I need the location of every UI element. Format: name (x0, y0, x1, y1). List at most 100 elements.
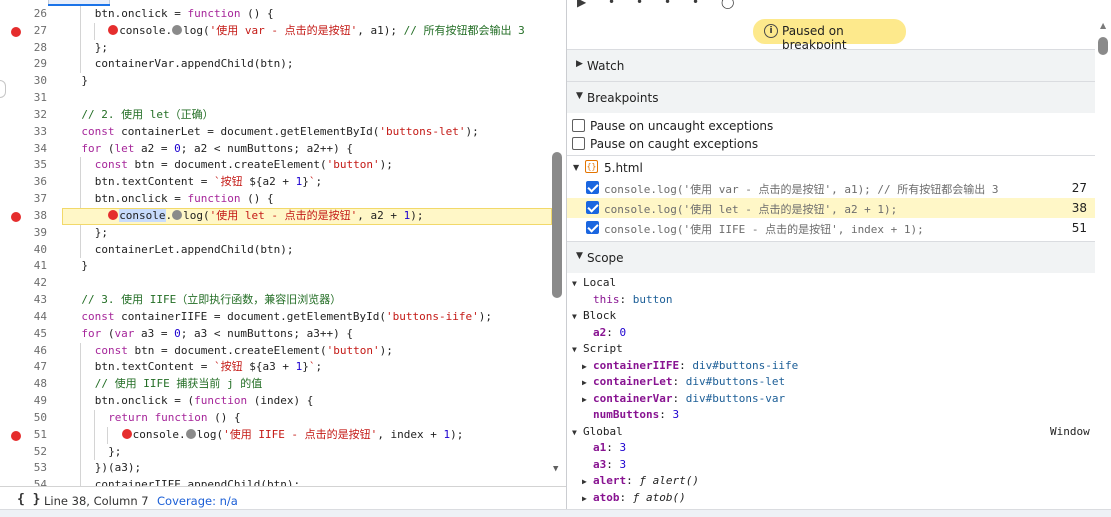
line-number[interactable]: 49 (22, 393, 47, 410)
pause-caught-checkbox[interactable] (572, 137, 585, 150)
breakpoints-section-header[interactable]: ▼ Breakpoints (567, 81, 1095, 113)
pretty-print-icon[interactable]: { } (17, 492, 40, 507)
line-number[interactable]: 40 (22, 242, 47, 259)
line-number[interactable]: 35 (22, 157, 47, 174)
code-line[interactable]: 29 containerVar.appendChild(btn); (0, 56, 552, 74)
pause-uncaught-checkbox[interactable] (572, 119, 585, 132)
code-line[interactable]: 52}; (0, 443, 552, 461)
breakpoint-item[interactable]: console.log('使用 var - 点击的是按钮', a1); // 所… (567, 178, 1095, 198)
line-number[interactable]: 50 (22, 410, 47, 427)
line-number[interactable]: 43 (22, 292, 47, 309)
code-line[interactable]: 48 // 使用 IIFE 捕获当前 j 的值 (0, 376, 552, 394)
inline-breakpoint-icon[interactable] (108, 209, 119, 220)
editor-scrollbar-thumb[interactable] (552, 152, 562, 298)
expand-triangle-icon[interactable]: ▼ (572, 276, 583, 293)
expand-triangle-icon[interactable]: ▼ (572, 425, 583, 442)
breakpoint-file-name[interactable]: 5.html (604, 161, 643, 175)
expand-triangle-icon[interactable]: ▼ (572, 309, 583, 326)
breakpoint-item[interactable]: console.log('使用 let - 点击的是按钮', a2 + 1); 3… (567, 198, 1095, 218)
breakpoint-marker[interactable] (11, 211, 21, 222)
breakpoint-marker[interactable] (11, 26, 21, 37)
code-line[interactable]: 31 (0, 90, 552, 107)
scope-variable[interactable]: a3: 3 (582, 457, 626, 475)
scope-variable[interactable]: ▶ containerLet: div#buttons-let (582, 374, 785, 392)
scope-variable[interactable]: a1: 3 (582, 440, 626, 458)
code-line[interactable]: 44 const containerIIFE = document.getElem… (0, 309, 552, 326)
code-line[interactable]: 36 btn.textContent = `按钮 ${a2 + 1}`; (0, 174, 552, 192)
line-number[interactable]: 54 (22, 477, 47, 486)
code-line[interactable]: 47 btn.textContent = `按钮 ${a3 + 1}`; (0, 359, 552, 377)
code-line[interactable]: 35 const btn = document.createElement('bu… (0, 157, 552, 175)
code-line[interactable]: 43 // 3. 使用 IIFE（立即执行函数，兼容旧浏览器） (0, 292, 552, 309)
code-line[interactable]: 41} (0, 258, 552, 275)
scope-group-local[interactable]: ▼ Local (572, 275, 616, 293)
line-number[interactable]: 27 (22, 23, 47, 40)
expand-triangle-icon[interactable]: ▶ (582, 375, 593, 392)
code-line[interactable]: 40 containerLet.appendChild(btn); (0, 241, 552, 259)
breakpoint-checkbox[interactable] (586, 221, 599, 234)
line-number[interactable]: 31 (22, 90, 47, 107)
step-over-icon[interactable]: • (608, 0, 615, 9)
scope-variable[interactable]: numButtons: 3 (582, 407, 679, 425)
code-line[interactable]: 45 for (var a3 = 0; a3 < numButtons; a3++… (0, 326, 552, 343)
scope-group-global[interactable]: ▼ Global (572, 424, 623, 442)
scope-variable[interactable]: ▶ atob: ƒ atob() (582, 490, 686, 508)
line-number[interactable]: 34 (22, 141, 47, 158)
line-number[interactable]: 47 (22, 359, 47, 376)
resume-icon[interactable]: ▶ (577, 0, 586, 9)
line-number[interactable]: 44 (22, 309, 47, 326)
line-number[interactable]: 38 (22, 208, 47, 225)
line-number[interactable]: 30 (22, 73, 47, 90)
breakpoint-checkbox[interactable] (586, 201, 599, 214)
code-line[interactable]: 53})(a3); (0, 460, 552, 478)
code-line[interactable]: 38 console. log('使用 let - 点击的是按钮', a2 + 1)… (0, 207, 552, 225)
expand-triangle-icon[interactable]: ▼ (572, 342, 583, 359)
line-number[interactable]: 37 (22, 191, 47, 208)
file-group-chevron-icon[interactable]: ▼ (573, 163, 579, 172)
scope-variable[interactable]: this: button (582, 292, 673, 310)
step-icon[interactable]: • (692, 0, 699, 9)
scope-group-script[interactable]: ▼ Script (572, 341, 623, 359)
step-out-icon[interactable]: • (664, 0, 671, 9)
code-line[interactable]: 54 containerIIFE.appendChild(btn); (0, 477, 552, 486)
breakpoint-item[interactable]: console.log('使用 IIFE - 点击的是按钮', index + … (567, 218, 1095, 238)
line-number[interactable]: 42 (22, 275, 47, 292)
inline-breakpoint-location-icon[interactable] (185, 428, 196, 439)
code-line[interactable]: 49 btn.onclick = (function (index) { (0, 393, 552, 410)
code-line[interactable]: 37 btn.onclick = function () { (0, 191, 552, 208)
deactivate-breakpoints-icon[interactable]: ◯ (721, 0, 734, 9)
line-number[interactable]: 41 (22, 258, 47, 275)
expand-triangle-icon[interactable]: ▶ (582, 491, 593, 508)
code-line[interactable]: 26 btn.onclick = function () { (0, 6, 552, 23)
inline-breakpoint-icon[interactable] (108, 24, 119, 35)
expand-triangle-icon[interactable]: ▶ (582, 359, 593, 376)
scope-variable[interactable]: ▶ containerIIFE: div#buttons-iife (582, 358, 798, 376)
code-line[interactable]: 27 console. log('使用 var - 点击的是按钮', a1); //… (0, 22, 552, 40)
breakpoint-checkbox[interactable] (586, 181, 599, 194)
line-number[interactable]: 29 (22, 56, 47, 73)
code-line[interactable]: 50 return function () { (0, 409, 552, 427)
scope-group-block[interactable]: ▼ Block (572, 308, 616, 326)
expand-triangle-icon[interactable]: ▶ (582, 392, 593, 409)
line-number[interactable]: 39 (22, 225, 47, 242)
code-line[interactable]: 34 for (let a2 = 0; a2 < numButtons; a2++… (0, 141, 552, 158)
line-number[interactable]: 28 (22, 40, 47, 57)
code-editor[interactable]: 26 btn.onclick = function () {27 console. l… (0, 0, 566, 486)
line-number[interactable]: 53 (22, 460, 47, 477)
line-number[interactable]: 51 (22, 427, 47, 444)
scroll-down-arrow-icon[interactable]: ▼ (553, 464, 558, 474)
code-line[interactable]: 33 const containerLet = document.getEleme… (0, 124, 552, 141)
inline-breakpoint-location-icon[interactable] (172, 209, 183, 220)
code-line[interactable]: 39}; (0, 224, 552, 242)
scope-variable[interactable]: a2: 0 (582, 325, 626, 343)
line-number[interactable]: 32 (22, 107, 47, 124)
coverage-link[interactable]: Coverage: n/a (157, 494, 238, 508)
inline-breakpoint-icon[interactable] (121, 428, 132, 439)
watch-section-header[interactable]: ▶ Watch (567, 49, 1095, 81)
step-into-icon[interactable]: • (636, 0, 643, 9)
line-number[interactable]: 46 (22, 343, 47, 360)
breakpoint-marker[interactable] (11, 430, 21, 441)
panel-scrollbar-track[interactable] (1095, 14, 1111, 509)
line-number[interactable]: 26 (22, 6, 47, 23)
code-line[interactable]: 32 // 2. 使用 let（正确） (0, 107, 552, 124)
